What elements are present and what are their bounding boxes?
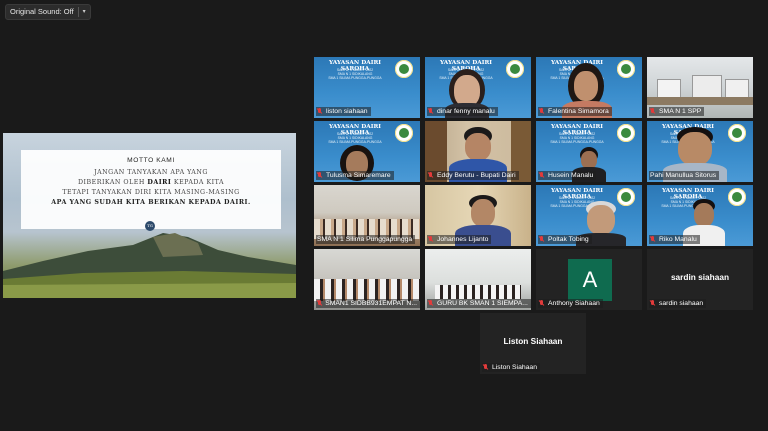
participant-name: sardin siahaan [649, 299, 707, 308]
participant-name: Johannes Lijanto [427, 235, 492, 244]
participant-tile[interactable]: SMAN1 SIDBB931EMPAT N... [314, 249, 420, 310]
muted-mic-icon [650, 107, 656, 116]
yayasan-logo [506, 60, 524, 78]
person-face [694, 203, 714, 227]
participant-tile[interactable]: YAYASAN DAIRI SAROHA SABTU, 5 MARET 2022… [536, 57, 642, 118]
participant-tile[interactable]: YAYASAN DAIRI SAROHA SABTU, 5 MARET 2022… [536, 185, 642, 246]
original-sound-button[interactable]: Original Sound: Off ▾ [5, 3, 91, 20]
participant-tile[interactable]: GURU BK SMAN 1 SIEMPA... [425, 249, 531, 310]
desk [647, 97, 753, 105]
muted-mic-icon [539, 171, 545, 180]
original-sound-label: Original Sound: Off [10, 7, 74, 16]
students-group [435, 285, 521, 299]
participant-name: Riko Manalu [649, 235, 700, 244]
motto-line-3: TETAPI TANYAKAN DIRI KITA MASING-MASING [62, 189, 240, 196]
shared-screen: MOTTO KAMI JANGAN TANYAKAN APA YANG DIBE… [3, 133, 296, 298]
participant-name: SMAN1 SIDBB931EMPAT N... [316, 299, 420, 308]
participant-tile[interactable]: Johannes Lijanto [425, 185, 531, 246]
motto-card: MOTTO KAMI JANGAN TANYAKAN APA YANG DIBE… [21, 150, 281, 231]
participant-name: SMA N 1 Silima Punggapungga [316, 235, 416, 244]
yayasan-logo [395, 124, 413, 142]
logo-badge: TG [145, 221, 155, 231]
participant-name: Anthony Siahaan [538, 299, 603, 308]
motto-line-2: DIBERIKAN OLEH DAIRI KEPADA KITA [77, 179, 225, 186]
participant-name: GURU BK SMAN 1 SIEMPA... [427, 299, 531, 308]
divider [77, 6, 79, 17]
participant-tile[interactable]: YAYASAN DAIRI SAROHA SABTU, 5 MARET 2022… [425, 57, 531, 118]
participant-tile-active-speaker[interactable]: YAYASAN DAIRI SAROHA SABTU, 5 MARET 2022… [647, 121, 753, 182]
chevron-down-icon[interactable]: ▾ [83, 8, 86, 15]
participant-tile[interactable]: YAYASAN DAIRI SAROHA SABTU, 5 MARET 2022… [314, 121, 420, 182]
muted-mic-icon [428, 299, 434, 308]
participant-name: SMA N 1 SPP [649, 107, 705, 116]
person-face [574, 71, 598, 101]
top-bar: Original Sound: Off ▾ [5, 3, 91, 20]
motto-line-4: APA YANG SUDAH KITA BERIKAN KEPADA DAIRI… [51, 199, 251, 206]
muted-mic-icon [650, 299, 656, 308]
participant-tile[interactable]: YAYASAN DAIRI SAROHA SABTU, 5 MARET 2022… [647, 185, 753, 246]
participant-name: Liston Siahaan [482, 363, 540, 372]
person-face [465, 133, 491, 161]
yayasan-logo [395, 60, 413, 78]
muted-mic-icon [428, 171, 434, 180]
participant-name: liston siahaan [316, 107, 371, 116]
yayasan-logo [728, 188, 746, 206]
motto-title: MOTTO KAMI [127, 157, 175, 164]
person-face [587, 205, 615, 235]
participant-tile[interactable]: A Anthony Siahaan [536, 249, 642, 310]
muted-mic-icon [539, 299, 545, 308]
participant-display-name: sardin siahaan [670, 272, 730, 282]
participant-tile[interactable]: YAYASAN DAIRI SAROHA SABTU, 5 MARET 2022… [536, 121, 642, 182]
person-face [471, 199, 495, 227]
participant-tile[interactable]: Eddy Berutu - Bupati Dairi [425, 121, 531, 182]
muted-mic-icon [483, 363, 489, 372]
muted-mic-icon [539, 235, 545, 244]
yayasan-logo [617, 60, 635, 78]
participant-display-name: Liston Siahaan [503, 336, 563, 346]
students-group [314, 279, 420, 301]
participant-name: Tulusma Simaremare [316, 171, 394, 180]
muted-mic-icon [317, 107, 323, 116]
participant-tile[interactable]: SMA N 1 SPP [647, 57, 753, 118]
avatar: A [568, 259, 612, 301]
participant-name: Falentina Simamora [538, 107, 612, 116]
yayasan-logo [728, 124, 746, 142]
motto-line-1: JANGAN TANYAKAN APA YANG [94, 169, 208, 176]
participant-tile[interactable]: YAYASAN DAIRI SAROHA SABTU, 5 MARET 2022… [314, 57, 420, 118]
yayasan-logo [617, 188, 635, 206]
muted-mic-icon [539, 107, 545, 116]
participant-tile[interactable]: sardin siahaan sardin siahaan [647, 249, 753, 310]
muted-mic-icon [317, 299, 322, 308]
participant-name: Husein Manalu [538, 171, 597, 180]
yayasan-logo [617, 124, 635, 142]
muted-mic-icon [428, 107, 434, 116]
participant-name: Poltak Tobing [538, 235, 592, 244]
participant-tile[interactable]: Liston Siahaan Liston Siahaan [480, 313, 586, 374]
muted-mic-icon [650, 235, 656, 244]
muted-mic-icon [428, 235, 434, 244]
participant-name: Pahi Manullua Sitorus [649, 171, 720, 180]
participant-tile[interactable]: SMA N 1 Silima Punggapungga [314, 185, 420, 246]
muted-mic-icon [317, 171, 323, 180]
participant-name: dinar fenny manalu [427, 107, 498, 116]
person-face [678, 132, 712, 166]
participant-name: Eddy Berutu - Bupati Dairi [427, 171, 519, 180]
